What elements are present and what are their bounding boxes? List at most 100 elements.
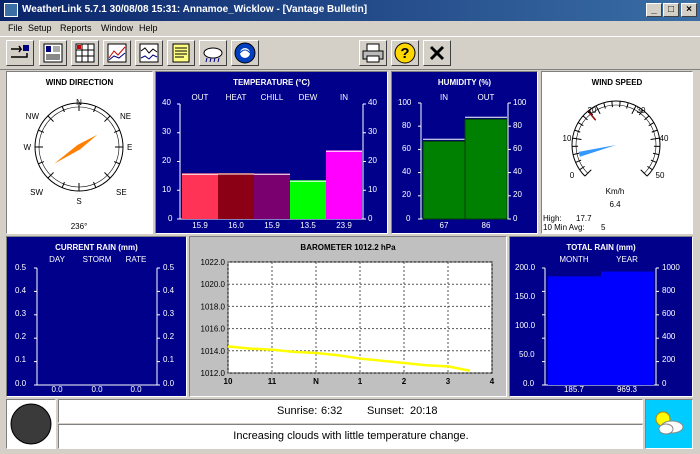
minimize-button[interactable]: _ (646, 3, 662, 17)
temp-bar (254, 173, 290, 219)
baro-x-tick-label: 4 (490, 377, 495, 386)
humidity-value-out: 86 (481, 221, 491, 230)
baro-y-tick-label: 1014.0 (201, 347, 226, 356)
compass-s: S (76, 197, 81, 206)
print-button[interactable] (359, 40, 387, 66)
noaa-button[interactable] (231, 40, 259, 66)
compass-sw: SW (30, 188, 43, 197)
baro-y-tick-label: 1018.0 (201, 302, 226, 311)
gauge-tick (640, 169, 648, 177)
compass-n: N (76, 98, 82, 107)
gauge-tick (652, 152, 660, 156)
hum-axis-right-60: 60 (513, 144, 522, 153)
temp-bar (182, 173, 218, 219)
close-window-button[interactable]: × (681, 3, 697, 17)
temp-axis-left-20: 20 (162, 156, 171, 165)
sun-times-box: Sunrise: 6:32 Sunset: 20:18 (58, 399, 643, 423)
data-table-button[interactable] (71, 40, 99, 66)
temp-axis-left-0: 0 (168, 214, 173, 223)
close-bulletin-button[interactable] (423, 40, 451, 66)
hum-axis-right-80: 80 (513, 121, 522, 130)
temp-axis-left-10: 10 (162, 185, 171, 194)
app-icon[interactable] (4, 3, 18, 17)
menu-window[interactable]: Window (101, 23, 133, 33)
summary-button[interactable] (39, 40, 67, 66)
sunset-label: Sunset: (367, 405, 405, 417)
baro-x-tick-label: N (313, 377, 319, 386)
notes-icon (172, 43, 190, 63)
gauge-tick (572, 152, 580, 156)
gauge-tick (574, 129, 581, 133)
temp-axis-right-0: 0 (368, 214, 373, 223)
barometer-chart: 1022.0 1020.0 1018.0 1016.0 1014.0 1012.0 10 1… (201, 258, 495, 386)
tr-axis-left-150: 150.0 (515, 292, 536, 301)
menu-bar: File Setup Reports Window Help (0, 21, 700, 36)
rain-axis-left-0.2: 0.2 (15, 332, 27, 341)
tr-axis-left-50: 50.0 (519, 350, 535, 359)
wind-high-value: 17.7 (576, 214, 592, 223)
temperature-panel: TEMPERATURE (°C) OUT HEAT CHILL DEW IN 1… (155, 71, 388, 234)
baro-x-tick-label: 2 (402, 377, 407, 386)
temp-axis-right-10: 10 (368, 185, 377, 194)
sunrise-label: Sunrise: (277, 405, 318, 417)
tr-axis-left-200: 200.0 (515, 263, 536, 272)
ws-scale-30: 30 (637, 106, 646, 115)
tr-axis-right-600: 600 (662, 309, 676, 318)
weather-button[interactable] (199, 40, 227, 66)
gauge-tick (650, 137, 660, 141)
current-rain-panel: CURRENT RAIN (mm) DAY STORM RATE 0.0 0.0… (6, 236, 187, 397)
title-bar[interactable]: WeatherLink 5.7.1 30/08/08 15:31: Annamo… (0, 0, 700, 21)
hum-axis-left-20: 20 (402, 190, 411, 199)
wind-avg-value: 5 (601, 223, 606, 232)
hum-axis-left-100: 100 (398, 98, 412, 107)
compass-ne: NE (120, 112, 131, 121)
menu-help[interactable]: Help (139, 23, 158, 33)
forecast-icon-box (645, 399, 693, 449)
maximize-button[interactable]: □ (663, 3, 679, 17)
graph-icon (107, 43, 127, 63)
strip-chart-button[interactable] (135, 40, 163, 66)
barometer-panel: BAROMETER 1012.2 hPa 1022.0 1020.0 1018.0 1… (189, 236, 507, 397)
baro-x-tick-label: 10 (224, 377, 233, 386)
total-rain-value-month: 185.7 (563, 385, 585, 394)
help-button[interactable]: ? (391, 40, 419, 66)
tr-axis-right-200: 200 (662, 355, 676, 364)
temp-axis-right-40: 40 (368, 98, 377, 107)
partly-cloudy-icon (655, 411, 684, 435)
humidity-value-in: 67 (439, 221, 449, 230)
temp-value-in: 23.9 (336, 221, 352, 230)
humidity-bar (422, 140, 466, 220)
menu-setup[interactable]: Setup (28, 23, 52, 33)
baro-y-tick-label: 1016.0 (201, 325, 226, 334)
rain-axis-right-0.4: 0.4 (163, 286, 175, 295)
wind-direction-value: 236° (70, 222, 88, 231)
telemetry-button[interactable] (6, 40, 34, 66)
wind-speed-value: 6.4 (609, 200, 621, 209)
moon-phase-box (6, 399, 56, 449)
notes-button[interactable] (167, 40, 195, 66)
rain-axis-right-0.2: 0.2 (163, 332, 175, 341)
grid-table-icon (75, 43, 95, 63)
tr-axis-left-100: 100.0 (515, 321, 536, 330)
rain-axis-left-0.3: 0.3 (15, 309, 27, 318)
hum-axis-right-40: 40 (513, 167, 522, 176)
gauge-tick (650, 159, 657, 163)
compass-w: W (23, 143, 31, 152)
rain-axis-left-0.1: 0.1 (15, 355, 27, 364)
sunrise-value: 6:32 (321, 405, 343, 417)
menu-file[interactable]: File (8, 23, 23, 33)
summary-icon (43, 43, 63, 63)
close-icon (429, 45, 445, 61)
hum-axis-left-40: 40 (402, 167, 411, 176)
humidity-bar (464, 118, 508, 220)
ws-scale-0: 0 (570, 171, 575, 180)
menu-reports[interactable]: Reports (60, 23, 92, 33)
wind-high-label: High: (543, 214, 562, 223)
tr-axis-right-800: 800 (662, 286, 676, 295)
rain-axis-right-0.3: 0.3 (163, 309, 175, 318)
graph-button[interactable] (103, 40, 131, 66)
cloud-weather-icon (203, 47, 223, 63)
compass-e: E (127, 143, 132, 152)
gauge-tick (626, 102, 629, 109)
wind-avg-label: 10 Min Avg: (543, 223, 585, 232)
